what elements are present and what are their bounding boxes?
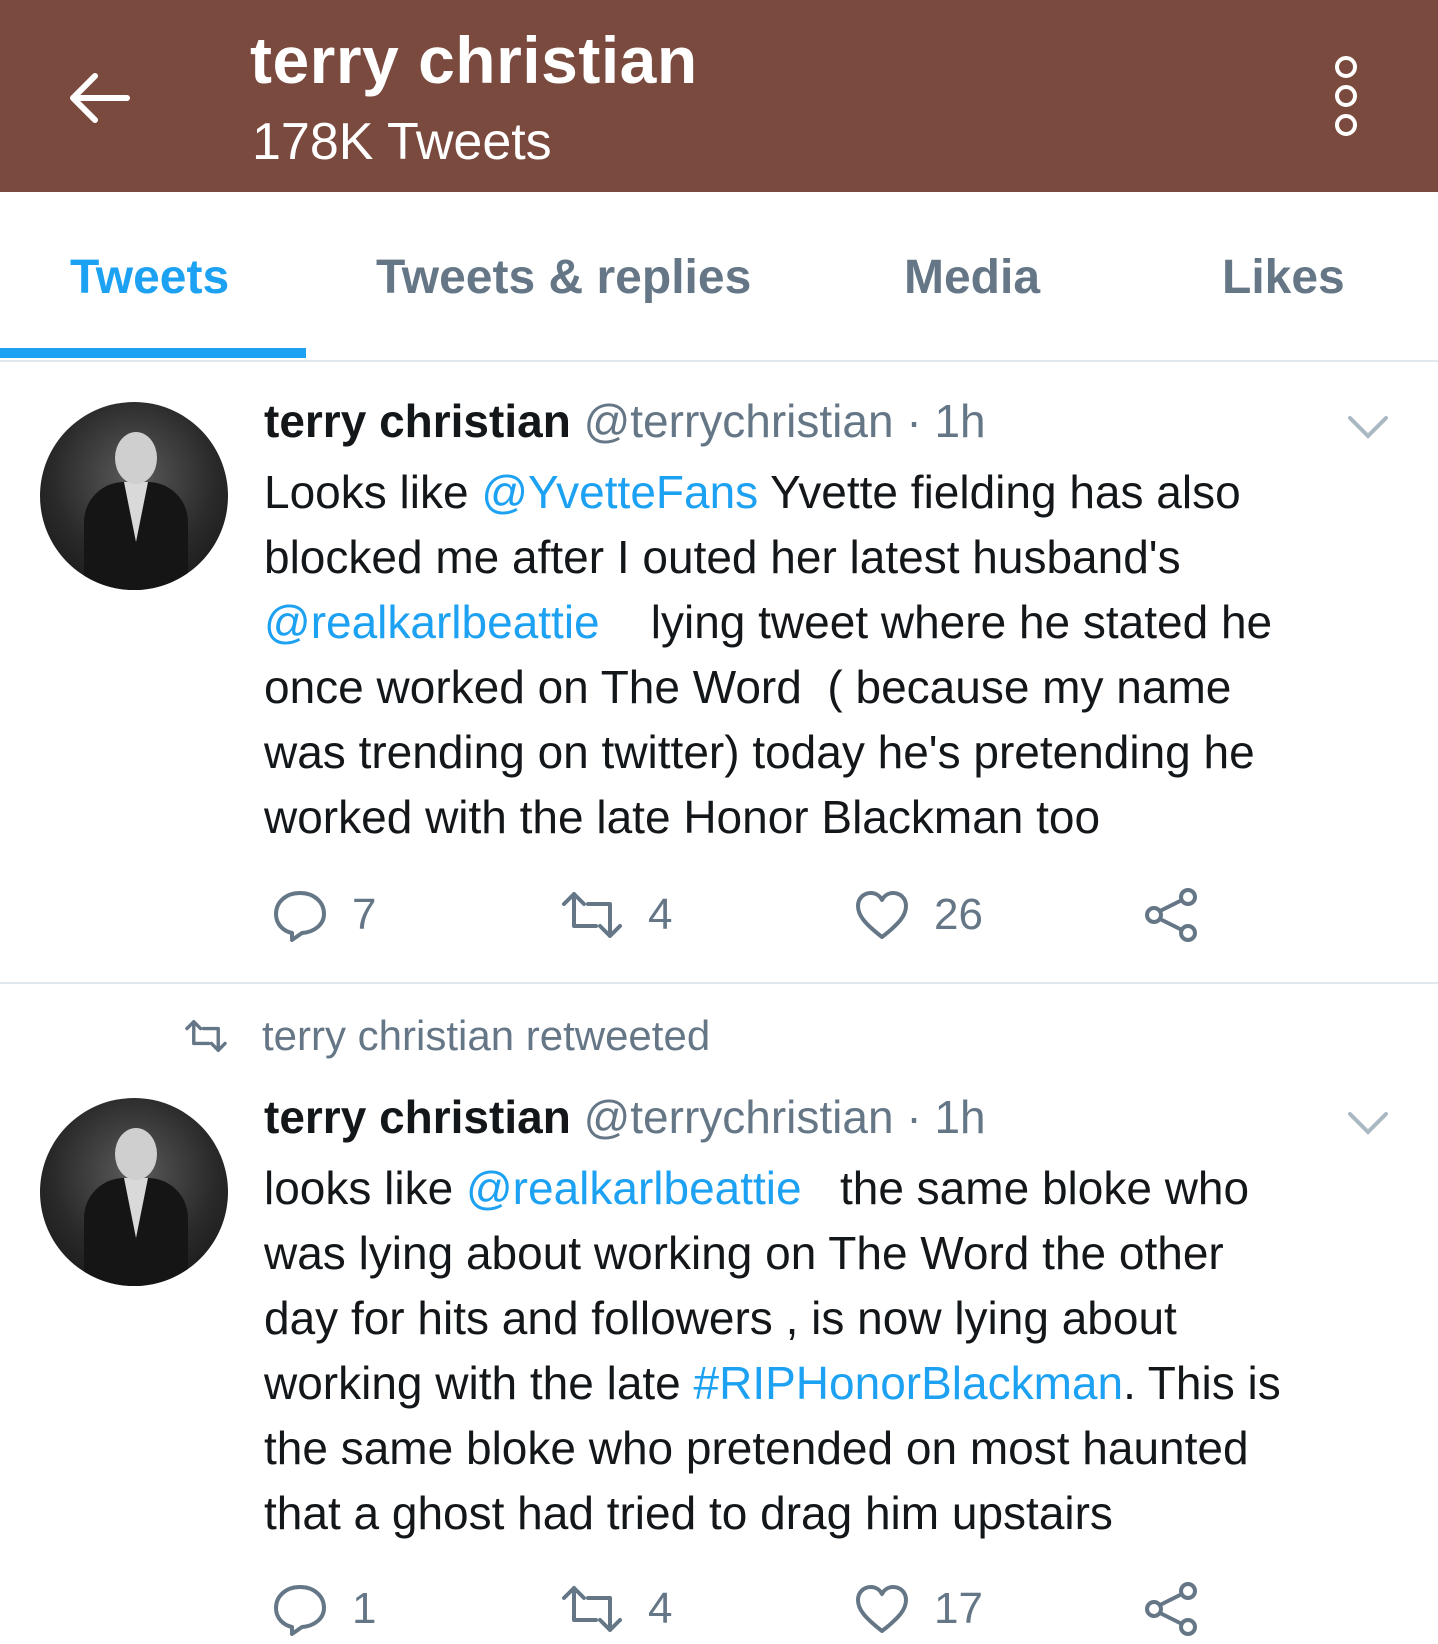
author-name[interactable]: terry christian: [264, 1091, 571, 1143]
retweet-button[interactable]: 4: [560, 1574, 672, 1644]
avatar[interactable]: [40, 402, 228, 590]
tweet-line: day for hits and followers , is now lyin…: [264, 1292, 1177, 1344]
tweet-line: that a ghost had tried to drag him upsta…: [264, 1487, 1113, 1539]
more-options-dot: [1335, 114, 1357, 136]
text-segment: the same bloke who: [801, 1162, 1250, 1214]
retweet-icon: [562, 1586, 622, 1632]
reply-button[interactable]: 1: [272, 1574, 376, 1644]
reply-count: 1: [352, 1584, 377, 1633]
tweet-line: looks like @realkarlbeattie the same blo…: [264, 1156, 1384, 1221]
share-button[interactable]: [1144, 1574, 1224, 1644]
tweet-line: once worked on The Word ( because my nam…: [264, 661, 1232, 713]
retweet-button[interactable]: 4: [560, 880, 672, 950]
tweet-header: terry christian @terrychristian · 1h: [264, 1090, 986, 1144]
chevron-down-icon[interactable]: [1346, 412, 1390, 442]
like-count: 17: [934, 1584, 983, 1633]
reply-icon: [274, 891, 326, 942]
like-icon: [856, 1585, 908, 1633]
retweet-small-icon: [185, 1020, 227, 1052]
back-arrow-icon: [70, 73, 130, 123]
reply-count: 7: [352, 890, 377, 939]
hashtag-link[interactable]: #RIPHonorBlackman: [694, 1357, 1124, 1409]
author-handle[interactable]: @terrychristian · 1h: [584, 1091, 986, 1143]
retweeted-by-label[interactable]: terry christian retweeted: [262, 1012, 710, 1060]
share-icon: [1145, 888, 1197, 942]
retweet-icon: [562, 892, 622, 938]
page-title: terry christian: [250, 23, 698, 97]
tweet-line: Looks like @YvetteFans Yvette fielding h…: [264, 460, 1384, 525]
retweet-count: 4: [648, 1584, 673, 1633]
share-button[interactable]: [1144, 880, 1224, 950]
tweet-header: terry christian @terrychristian · 1h: [264, 394, 986, 448]
text-segment: working with the late: [264, 1357, 694, 1409]
tab-tweets[interactable]: Tweets: [70, 250, 229, 305]
back-button[interactable]: [58, 58, 138, 138]
retweet-indicator: terry christian retweeted: [184, 1012, 710, 1060]
more-options-button[interactable]: [1316, 56, 1376, 136]
text-segment: looks like: [264, 1162, 466, 1214]
like-icon: [856, 891, 908, 939]
like-button[interactable]: 17: [854, 1574, 983, 1644]
retweet-count: 4: [648, 890, 673, 939]
tweet-text: looks like @realkarlbeattie the same blo…: [264, 1156, 1384, 1546]
text-segment: . This is: [1123, 1357, 1281, 1409]
tweet-divider: [0, 982, 1438, 984]
tab-likes[interactable]: Likes: [1222, 250, 1345, 305]
more-options-dot: [1335, 85, 1357, 107]
more-options-icon: [1335, 56, 1357, 78]
tweet-text: Looks like @YvetteFans Yvette fielding h…: [264, 460, 1384, 850]
tab-media[interactable]: Media: [904, 250, 1040, 305]
text-segment: Looks like: [264, 466, 482, 518]
tweet-line: working with the late #RIPHonorBlackman.…: [264, 1351, 1384, 1416]
tweet-actions: 7 4 26: [264, 880, 1224, 950]
mention-link[interactable]: @realkarlbeattie: [264, 596, 600, 648]
tweet-count: 178K Tweets: [252, 113, 552, 171]
tweet-line: worked with the late Honor Blackman too: [264, 791, 1101, 843]
text-segment: Yvette fielding has also: [758, 466, 1241, 518]
reply-icon: [274, 1585, 326, 1636]
author-name[interactable]: terry christian: [264, 395, 571, 447]
text-segment: lying tweet where he stated he: [599, 596, 1273, 648]
tweet-actions: 1 4 17: [264, 1574, 1224, 1644]
reply-button[interactable]: 7: [272, 880, 376, 950]
author-handle[interactable]: @terrychristian · 1h: [584, 395, 986, 447]
avatar[interactable]: [40, 1098, 228, 1286]
active-tab-indicator: [0, 348, 306, 358]
chevron-down-icon[interactable]: [1346, 1108, 1390, 1138]
like-count: 26: [934, 890, 983, 939]
profile-header: terry christian 178K Tweets: [0, 0, 1438, 192]
tweet-line: was lying about working on The Word the …: [264, 1227, 1224, 1279]
avatar-head: [115, 432, 157, 484]
tweet-line: was trending on twitter) today he's pret…: [264, 726, 1255, 778]
mention-link[interactable]: @YvetteFans: [481, 466, 758, 518]
profile-tabs: Tweets Tweets & replies Media Likes: [0, 192, 1438, 362]
tweet-line: @realkarlbeattie lying tweet where he st…: [264, 590, 1384, 655]
tab-tweets-replies[interactable]: Tweets & replies: [376, 250, 751, 305]
avatar-head: [115, 1128, 157, 1180]
share-icon: [1145, 1582, 1197, 1636]
mention-link[interactable]: @realkarlbeattie: [466, 1162, 802, 1214]
like-button[interactable]: 26: [854, 880, 983, 950]
tweet-line: blocked me after I outed her latest husb…: [264, 531, 1181, 583]
tweet-line: the same bloke who pretended on most hau…: [264, 1422, 1249, 1474]
